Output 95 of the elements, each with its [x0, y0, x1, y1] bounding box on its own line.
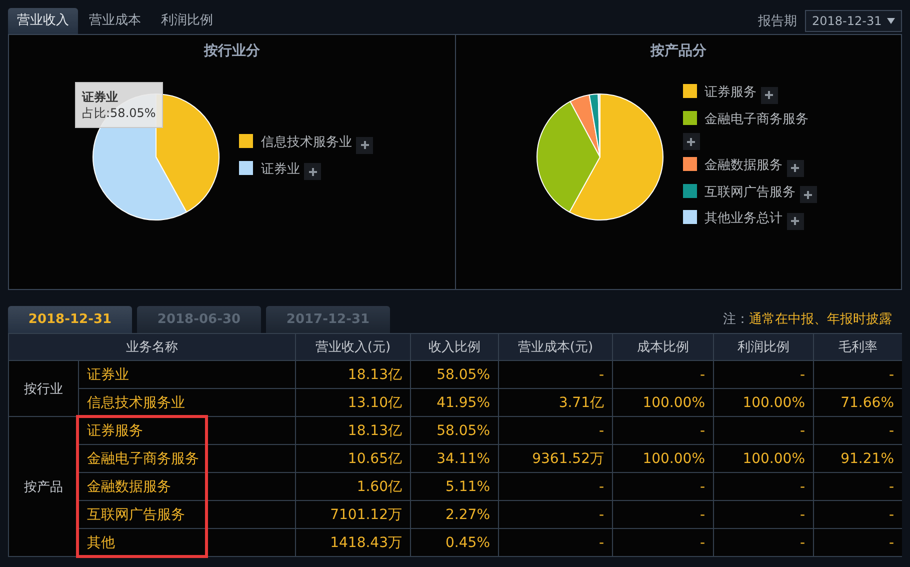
table-cell: -: [814, 501, 902, 528]
period-tab[interactable]: 2018-12-31: [8, 306, 132, 333]
table-cell: -: [814, 529, 902, 556]
table-cell: 3.71亿: [499, 389, 612, 416]
chart-title: 按行业分: [202, 42, 261, 61]
legend-label[interactable]: 信息技术服务业: [261, 135, 352, 150]
plus-icon: [804, 190, 812, 199]
table-cell: 其他: [79, 529, 295, 556]
table-cell: -: [613, 473, 713, 500]
pie-slice[interactable]: [536, 100, 600, 212]
table-cell: -: [613, 529, 713, 556]
legend-label[interactable]: 证券业: [261, 162, 300, 176]
tab[interactable]: 营业收入: [8, 8, 78, 34]
table-cell: -: [814, 417, 902, 444]
table-cell: 10.65亿: [296, 445, 410, 472]
table-cell: 58.05%: [411, 361, 498, 388]
table-cell: 100.00%: [613, 445, 713, 472]
table-cell: 34.11%: [411, 445, 498, 472]
report-period-label: 报告期: [758, 13, 797, 30]
plus-icon: [360, 141, 368, 149]
table-cell: 71.66%: [814, 389, 902, 416]
table-cell: 金融电子商务服务: [79, 445, 295, 472]
plus-icon: [791, 217, 799, 226]
table-cell: -: [714, 417, 813, 444]
group-label: 按产品: [9, 417, 78, 556]
table-cell: 100.00%: [714, 389, 813, 416]
group-label: 按行业: [9, 361, 78, 416]
column-header: 收入比例: [411, 334, 498, 360]
pie-slice[interactable]: [156, 93, 220, 212]
table-cell: 18.13亿: [296, 417, 410, 444]
table-cell: -: [499, 529, 612, 556]
plus-icon: [687, 138, 695, 146]
column-header: 业务名称: [9, 334, 295, 360]
table-cell: 9361.52万: [499, 445, 612, 472]
table-cell: 41.95%: [411, 389, 498, 416]
table-cell: -: [714, 361, 813, 388]
add-button[interactable]: [786, 212, 804, 230]
table-cell: -: [714, 473, 813, 500]
pie-slice[interactable]: [568, 93, 663, 220]
table-cell: 1418.43万: [296, 529, 410, 556]
column-header: 利润比例: [714, 334, 813, 360]
table-cell: -: [613, 417, 713, 444]
report-period-dropdown[interactable]: 2018-12-31: [805, 10, 902, 32]
table-cell: 5.11%: [411, 473, 498, 500]
table-cell: 1.60亿: [296, 473, 410, 500]
tooltip-text: 占比:58.05%: [82, 104, 156, 120]
legend-label[interactable]: 金融电子商务服务: [704, 112, 808, 127]
legend-label[interactable]: 金融数据服务: [704, 158, 782, 174]
table-cell: -: [613, 501, 713, 528]
table-cell: 2.27%: [411, 501, 498, 528]
add-button[interactable]: [760, 86, 778, 104]
table-cell: -: [714, 501, 813, 528]
plus-icon: [765, 91, 773, 100]
table-cell: -: [814, 361, 902, 388]
legend-label[interactable]: 其他业务总计: [704, 211, 782, 226]
tooltip-title: 证券业: [82, 88, 119, 104]
table-cell: 互联网广告服务: [79, 501, 295, 528]
table-cell: -: [714, 529, 813, 556]
add-button[interactable]: [786, 160, 804, 177]
column-header: 营业成本(元): [499, 334, 612, 360]
add-button[interactable]: [304, 163, 321, 180]
table-cell: -: [814, 473, 902, 500]
chart-title: 按产品分: [649, 42, 708, 61]
tab[interactable]: 利润比例: [152, 8, 222, 34]
table-cell: 金融数据服务: [79, 473, 295, 500]
column-header: 成本比例: [613, 334, 713, 360]
table-cell: 18.13亿: [296, 361, 410, 388]
column-header: 毛利率: [814, 334, 902, 360]
plus-icon: [308, 168, 316, 176]
add-button[interactable]: [356, 136, 373, 154]
table-cell: -: [499, 473, 612, 500]
table-cell: -: [499, 501, 612, 528]
plus-icon: [791, 164, 799, 172]
column-header: 营业收入(元): [296, 334, 410, 360]
legend-label[interactable]: 证券服务: [704, 85, 756, 100]
table-cell: 0.45%: [411, 529, 498, 556]
table-cell: 13.10亿: [296, 389, 410, 416]
table-cell: 58.05%: [411, 417, 498, 444]
table-cell: -: [499, 417, 612, 444]
legend-label[interactable]: 互联网广告服务: [704, 184, 796, 200]
table-cell: 100.00%: [613, 389, 713, 416]
note-text: 通常在中报、年报时披露: [749, 312, 892, 327]
note-label: 注：: [723, 312, 749, 327]
add-button[interactable]: [800, 186, 816, 204]
table-cell: 信息技术服务业: [79, 389, 295, 416]
caret-icon: [887, 18, 895, 24]
table-cell: 7101.12万: [296, 501, 410, 528]
table-cell: -: [499, 361, 612, 388]
table-cell: 91.21%: [814, 445, 902, 472]
table-cell: 证券服务: [79, 417, 295, 444]
tab[interactable]: 营业成本: [80, 8, 150, 34]
table-cell: -: [613, 361, 713, 388]
add-button[interactable]: [682, 133, 700, 150]
table-cell: 100.00%: [714, 445, 813, 472]
table-cell: 证券业: [79, 361, 295, 388]
